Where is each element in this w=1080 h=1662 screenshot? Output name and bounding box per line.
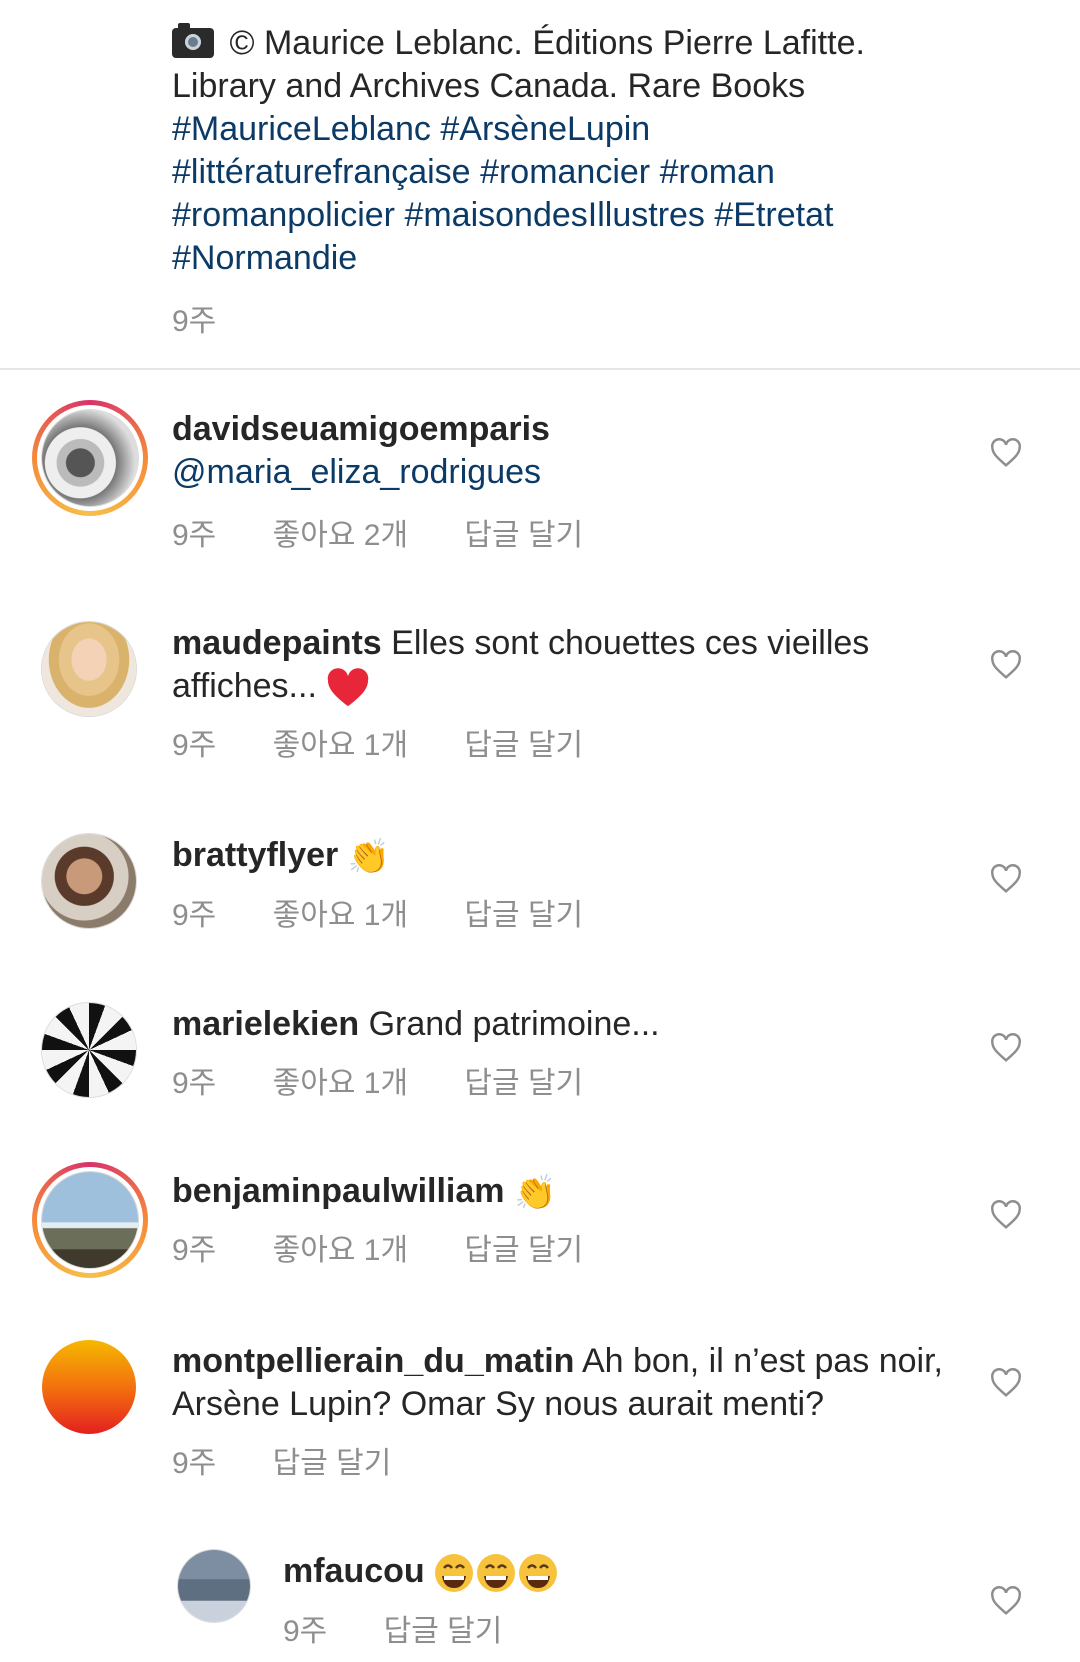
comment-meta: 9주 답글 달기 [283, 1606, 550, 1650]
avatar[interactable] [42, 1172, 138, 1268]
heart-outline-icon[interactable] [989, 1586, 1023, 1616]
divider [0, 368, 1080, 370]
hashtag[interactable]: #ArsèneLupin [440, 110, 650, 148]
comment-time: 9주 [283, 1615, 328, 1648]
avatar[interactable] [42, 1340, 136, 1434]
heart-outline-icon[interactable] [989, 1033, 1023, 1063]
comment-likes[interactable]: 좋아요 1개 [273, 1058, 408, 1102]
comment-meta: 9주 좋아요 1개 답글 달기 [172, 720, 631, 764]
avatar[interactable] [42, 1003, 136, 1097]
clapping-hands-emoji: 👏 [347, 837, 391, 876]
comment-body: brattyflyer 👏 [172, 834, 952, 879]
camera-icon [172, 23, 214, 58]
comment-username[interactable]: davidseuamigoemparis [172, 410, 550, 448]
post-caption: © Maurice Leblanc. Éditions Pierre Lafit… [172, 22, 972, 280]
comment-body: benjaminpaulwilliam 👏 [172, 1170, 952, 1215]
comment-meta: 9주 좋아요 1개 답글 달기 [172, 1058, 631, 1102]
reply-button[interactable]: 답글 달기 [464, 510, 583, 554]
avatar[interactable] [42, 834, 136, 928]
comment-time: 9주 [172, 1447, 217, 1480]
avatar[interactable] [178, 1550, 250, 1622]
comment-username[interactable]: mfaucou [283, 1552, 425, 1590]
clapping-hands-emoji: 👏 [513, 1173, 557, 1212]
comment-username[interactable]: maudepaints [172, 624, 382, 662]
caption-timestamp: 9주 [172, 305, 217, 338]
reply-button[interactable]: 답글 달기 [273, 1438, 392, 1482]
comment-time: 9주 [172, 1234, 217, 1267]
comment-time: 9주 [172, 729, 217, 762]
comment-username[interactable]: marielekien [172, 1005, 359, 1043]
comment-likes[interactable]: 좋아요 1개 [273, 890, 408, 934]
comment-body: marielekien Grand patrimoine... [172, 1003, 952, 1046]
caption-text: © Maurice Leblanc. Éditions Pierre Lafit… [172, 24, 865, 105]
comment-username[interactable]: benjaminpaulwilliam [172, 1172, 505, 1210]
heart-outline-icon[interactable] [989, 864, 1023, 894]
comment-username[interactable]: montpellierain_du_matin [172, 1342, 574, 1380]
grinning-face-emoji [435, 1554, 558, 1593]
heart-outline-icon[interactable] [989, 650, 1023, 680]
heart-emoji [328, 668, 369, 707]
hashtag[interactable]: #romanpolicier [172, 196, 395, 234]
hashtag[interactable]: #romancier [480, 153, 650, 191]
comment-body: mfaucou [283, 1550, 883, 1594]
comment-time: 9주 [172, 519, 217, 552]
comment-time: 9주 [172, 899, 217, 932]
comment-meta: 9주 좋아요 1개 답글 달기 [172, 890, 631, 934]
heart-outline-icon[interactable] [989, 438, 1023, 468]
hashtag[interactable]: #Etretat [714, 196, 833, 234]
reply-button[interactable]: 답글 달기 [384, 1606, 503, 1650]
reply-button[interactable]: 답글 달기 [464, 720, 583, 764]
reply-button[interactable]: 답글 달기 [464, 1225, 583, 1269]
comment-likes[interactable]: 좋아요 2개 [273, 510, 408, 554]
heart-outline-icon[interactable] [989, 1368, 1023, 1398]
hashtag[interactable]: #MauriceLeblanc [172, 110, 431, 148]
comment-body: maudepaints Elles sont chouettes ces vie… [172, 622, 952, 708]
comment-body: davidseuamigoemparis @maria_eliza_rodrig… [172, 408, 952, 494]
hashtag[interactable]: #Normandie [172, 239, 357, 277]
heart-outline-icon[interactable] [989, 1200, 1023, 1230]
avatar[interactable] [42, 410, 138, 506]
reply-button[interactable]: 답글 달기 [464, 890, 583, 934]
hashtag[interactable]: #littératurefrançaise [172, 153, 471, 191]
hashtag[interactable]: #maisondesIllustres [404, 196, 704, 234]
comment-meta: 9주 답글 달기 [172, 1438, 439, 1482]
avatar[interactable] [42, 622, 136, 716]
comment-likes[interactable]: 좋아요 1개 [273, 1225, 408, 1269]
comment-username[interactable]: brattyflyer [172, 836, 338, 874]
comment-meta: 9주 좋아요 1개 답글 달기 [172, 1225, 631, 1269]
comment-text: Grand patrimoine... [368, 1005, 660, 1043]
hashtag[interactable]: #roman [660, 153, 775, 191]
comment-mention[interactable]: @maria_eliza_rodrigues [172, 453, 541, 491]
reply-button[interactable]: 답글 달기 [464, 1058, 583, 1102]
comment-time: 9주 [172, 1067, 217, 1100]
comment-body: montpellierain_du_matin Ah bon, il n’est… [172, 1340, 962, 1426]
comment-likes[interactable]: 좋아요 1개 [273, 720, 408, 764]
comment-meta: 9주 좋아요 2개 답글 달기 [172, 510, 631, 554]
